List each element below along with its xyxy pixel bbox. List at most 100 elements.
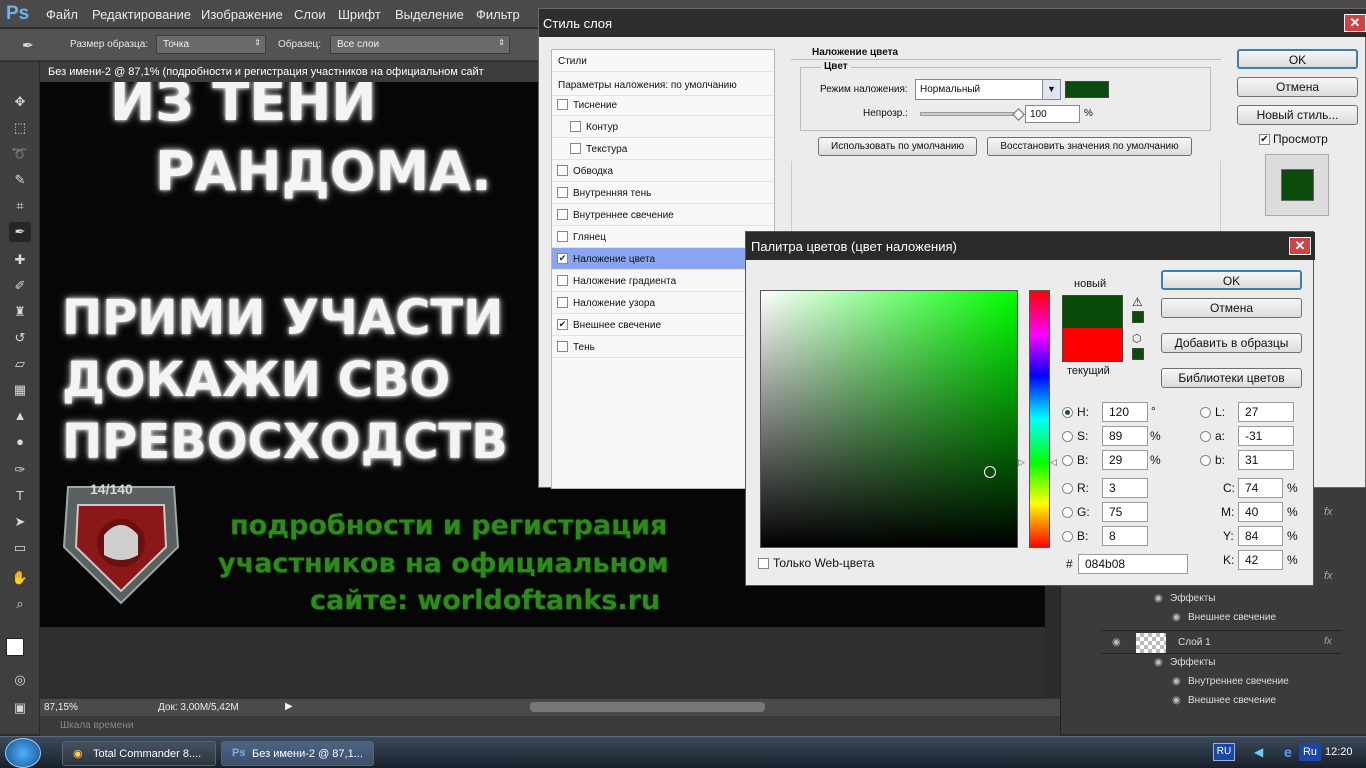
- eye-icon[interactable]: ◉: [1154, 657, 1163, 668]
- color-libraries-button[interactable]: Библиотеки цветов: [1161, 368, 1302, 388]
- y-input[interactable]: 84: [1238, 526, 1283, 546]
- pen-tool-icon[interactable]: ✑: [9, 460, 31, 480]
- web-cube-icon[interactable]: ⬡: [1132, 332, 1142, 345]
- h-radio[interactable]: [1062, 407, 1073, 418]
- shape-tool-icon[interactable]: ▭: [9, 538, 31, 558]
- menu-layers[interactable]: Слои: [294, 7, 326, 22]
- zoom-tool-icon[interactable]: ⌕: [9, 594, 31, 614]
- style-checkbox[interactable]: [570, 143, 581, 154]
- eyedropper-tool-icon[interactable]: ✒: [9, 222, 31, 242]
- cancel-button[interactable]: Отмена: [1161, 298, 1302, 318]
- style-item[interactable]: Глянец: [552, 226, 774, 248]
- horizontal-scrollbar[interactable]: [530, 702, 765, 712]
- layer-effects-row-2[interactable]: ◉ Эффекты: [1102, 654, 1342, 673]
- gamut-warning-icon[interactable]: ⚠: [1132, 295, 1143, 309]
- new-style-button[interactable]: Новый стиль...: [1237, 105, 1358, 125]
- menu-select[interactable]: Выделение: [395, 7, 464, 22]
- style-item[interactable]: Наложение узора: [552, 292, 774, 314]
- saturation-brightness-field[interactable]: [760, 290, 1018, 548]
- style-checkbox[interactable]: [557, 231, 568, 242]
- menu-file[interactable]: Файл: [46, 7, 78, 22]
- hue-slider[interactable]: [1029, 290, 1050, 548]
- input-lang-indicator[interactable]: Ru: [1299, 743, 1321, 761]
- menu-image[interactable]: Изображение: [201, 7, 283, 22]
- type-tool-icon[interactable]: T: [9, 486, 31, 506]
- style-checkbox[interactable]: [557, 341, 568, 352]
- document-tab[interactable]: Без имени-2 @ 87,1% (подробности и регис…: [40, 62, 540, 82]
- use-default-button[interactable]: Использовать по умолчанию: [818, 137, 977, 156]
- dodge-tool-icon[interactable]: ●: [9, 432, 31, 452]
- style-item[interactable]: ✔ Внешнее свечение: [552, 314, 774, 336]
- move-tool-icon[interactable]: ✥: [9, 92, 31, 112]
- r-radio[interactable]: [1062, 483, 1073, 494]
- a-radio[interactable]: [1200, 431, 1211, 442]
- hue-arrow-left-icon[interactable]: ▷: [1018, 457, 1025, 468]
- eraser-tool-icon[interactable]: ▱: [9, 354, 31, 374]
- eye-icon[interactable]: ◉: [1172, 676, 1181, 687]
- path-select-icon[interactable]: ➤: [9, 512, 31, 532]
- g-radio[interactable]: [1062, 507, 1073, 518]
- history-brush-icon[interactable]: ↺: [9, 328, 31, 348]
- close-icon[interactable]: ✕: [1344, 14, 1366, 32]
- lab-b-input[interactable]: 31: [1238, 450, 1294, 470]
- start-button[interactable]: [5, 738, 41, 768]
- style-checkbox[interactable]: [557, 99, 568, 110]
- taskbar-total-commander[interactable]: ◉ Total Commander 8....: [62, 741, 216, 766]
- overlay-color-swatch[interactable]: [1065, 81, 1109, 98]
- ok-button[interactable]: OK: [1161, 270, 1302, 290]
- style-item[interactable]: Тень: [552, 336, 774, 358]
- s-input[interactable]: 89: [1102, 426, 1148, 446]
- blur-tool-icon[interactable]: ▲: [9, 406, 31, 426]
- menu-filter[interactable]: Фильтр: [476, 7, 520, 22]
- add-to-swatches-button[interactable]: Добавить в образцы: [1161, 333, 1302, 353]
- stamp-tool-icon[interactable]: ♜: [9, 302, 31, 322]
- l-radio[interactable]: [1200, 407, 1211, 418]
- style-checkbox[interactable]: [557, 165, 568, 176]
- style-item[interactable]: Контур: [552, 116, 774, 138]
- current-color-swatch[interactable]: [1062, 328, 1123, 362]
- opacity-slider[interactable]: [920, 112, 1022, 116]
- restore-default-button[interactable]: Восстановить значения по умолчанию: [987, 137, 1192, 156]
- style-checkbox[interactable]: ✔: [557, 253, 568, 264]
- quick-mask-icon[interactable]: ◎: [9, 670, 31, 690]
- menu-edit[interactable]: Редактирование: [92, 7, 191, 22]
- fx-icon[interactable]: fx: [1324, 570, 1333, 582]
- foreground-color-swatch[interactable]: [6, 638, 24, 656]
- hex-input[interactable]: 084b08: [1078, 554, 1188, 574]
- eye-icon[interactable]: ◉: [1112, 637, 1121, 648]
- clock[interactable]: 12:20: [1325, 746, 1353, 758]
- preview-checkbox[interactable]: ✔: [1259, 134, 1270, 145]
- b-input[interactable]: 29: [1102, 450, 1148, 470]
- layer-name[interactable]: Слой 1: [1178, 637, 1211, 648]
- style-checkbox[interactable]: [557, 209, 568, 220]
- status-menu-arrow-icon[interactable]: ▶: [285, 701, 293, 712]
- style-checkbox[interactable]: ✔: [557, 319, 568, 330]
- style-item[interactable]: Внутренняя тень: [552, 182, 774, 204]
- eye-icon[interactable]: ◉: [1172, 612, 1181, 623]
- style-checkbox[interactable]: [570, 121, 581, 132]
- screen-mode-icon[interactable]: ▣: [9, 698, 31, 718]
- gamut-swatch[interactable]: [1132, 311, 1144, 323]
- crop-tool-icon[interactable]: ⌗: [9, 196, 31, 216]
- web-only-checkbox[interactable]: [758, 558, 769, 569]
- language-indicator[interactable]: RU: [1213, 743, 1235, 761]
- arrow-left-icon[interactable]: ◀: [1254, 745, 1263, 759]
- eye-icon[interactable]: ◉: [1154, 593, 1163, 604]
- lasso-tool-icon[interactable]: ➰: [9, 144, 31, 164]
- h-input[interactable]: 120: [1102, 402, 1148, 422]
- layer-effect-outer-glow[interactable]: ◉ Внешнее свечение: [1102, 609, 1342, 628]
- style-item[interactable]: Обводка: [552, 160, 774, 182]
- layer-effects-row[interactable]: ◉ Эффекты: [1102, 590, 1342, 609]
- blending-options-default[interactable]: Параметры наложения: по умолчанию: [552, 74, 774, 96]
- style-item[interactable]: Внутреннее свечение: [552, 204, 774, 226]
- opacity-input[interactable]: 100: [1025, 105, 1080, 123]
- style-item[interactable]: Наложение градиента: [552, 270, 774, 292]
- color-cursor[interactable]: [984, 466, 996, 478]
- b-radio[interactable]: [1062, 455, 1073, 466]
- marquee-tool-icon[interactable]: ⬚: [9, 118, 31, 138]
- taskbar-photoshop[interactable]: Ps Без имени-2 @ 87,1...: [221, 741, 374, 766]
- s-radio[interactable]: [1062, 431, 1073, 442]
- fx-icon[interactable]: fx: [1324, 636, 1332, 647]
- ok-button[interactable]: OK: [1237, 49, 1358, 69]
- style-item[interactable]: Тиснение: [552, 94, 774, 116]
